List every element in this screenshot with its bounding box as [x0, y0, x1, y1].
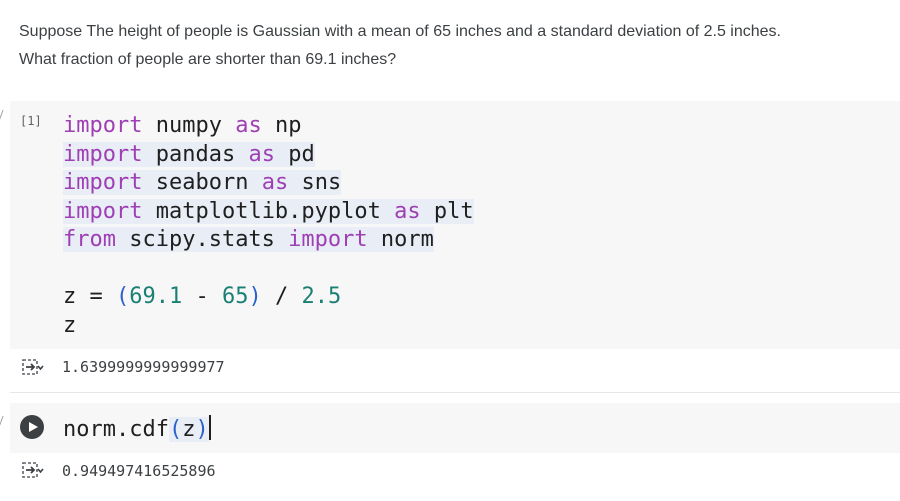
notebook-page: Suppose The height of people is Gaussian…: [0, 0, 900, 501]
output-toggle-icon[interactable]: [22, 461, 44, 481]
text-cell-question[interactable]: Suppose The height of people is Gaussian…: [19, 18, 889, 74]
cell-divider: [10, 392, 900, 393]
cell-drag-handle-icon[interactable]: [0, 110, 8, 124]
cell-output-cdf: 0.949497416525896: [62, 462, 216, 480]
code-line-1: import numpy as np: [63, 113, 302, 138]
code-line-3: import seaborn as sns: [63, 170, 342, 195]
code-line-2: import pandas as pd: [63, 141, 315, 167]
code-editor-imports[interactable]: import numpy as np import pandas as pd i…: [63, 112, 474, 340]
code-line-z: z: [63, 312, 77, 338]
output-toggle-icon[interactable]: [22, 358, 44, 378]
code-line-4: import matplotlib.pyplot as plt: [63, 198, 474, 224]
text-cursor: [208, 415, 211, 440]
code-line-5: from scipy.stats import norm: [63, 227, 434, 252]
run-cell-button[interactable]: [20, 415, 44, 439]
question-line-1: Suppose The height of people is Gaussian…: [19, 23, 781, 40]
question-line-2: What fraction of people are shorter than…: [19, 51, 397, 68]
code-line-z-assign: z = (69.1 - 65) / 2.5: [63, 284, 342, 309]
cell-output-z: 1.6399999999999977: [62, 358, 225, 376]
code-editor-cdf[interactable]: norm.cdf(z): [63, 415, 211, 445]
execution-count: [1]: [20, 114, 42, 128]
cell-drag-handle-icon[interactable]: [0, 416, 8, 430]
